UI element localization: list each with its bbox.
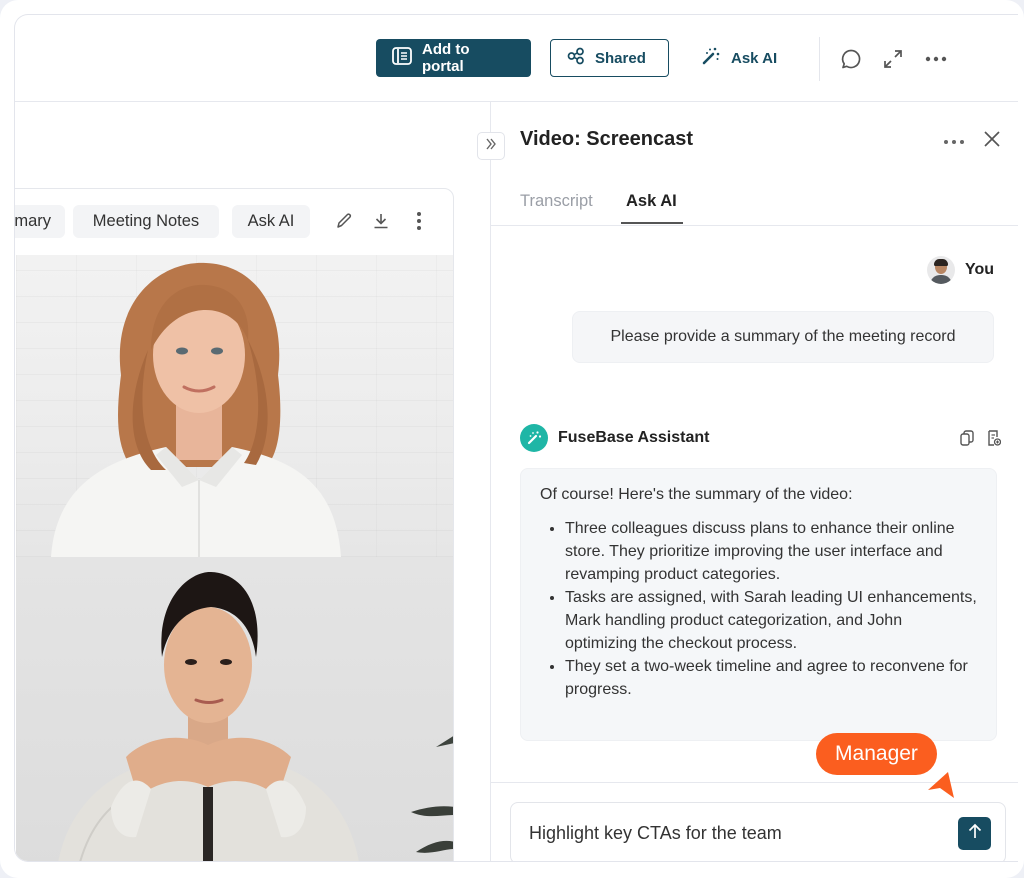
participant-1-illustration — [51, 262, 341, 557]
user-message: Please provide a summary of the meeting … — [572, 311, 994, 363]
tab-transcript[interactable]: Transcript — [520, 192, 593, 224]
add-to-note-icon[interactable] — [987, 430, 1002, 451]
collaborator-cursor-icon — [926, 770, 956, 805]
assistant-message-header: FuseBase Assistant — [520, 424, 709, 452]
assistant-logo-icon — [520, 424, 548, 452]
close-icon[interactable] — [983, 130, 1001, 153]
panel-title: Video: Screencast — [520, 128, 694, 150]
collaborator-cursor-label: Manager — [816, 733, 937, 775]
ask-ai-chip[interactable]: Ask AI — [232, 205, 310, 238]
assistant-intro: Of course! Here's the summary of the vid… — [540, 486, 853, 503]
shared-button[interactable]: Shared — [550, 39, 669, 77]
ask-ai-button[interactable]: Ask AI — [685, 39, 795, 77]
expand-icon[interactable] — [881, 47, 905, 71]
send-button[interactable] — [958, 817, 991, 850]
download-icon[interactable] — [369, 209, 393, 233]
summary-bullet: Three colleagues discuss plans to enhanc… — [565, 517, 977, 586]
add-to-portal-button[interactable]: Add to portal — [376, 39, 531, 77]
user-name: You — [964, 261, 994, 278]
more-vertical-icon[interactable] — [407, 209, 431, 233]
portal-icon — [392, 47, 412, 69]
video-action-bar: nmary Meeting Notes Ask AI — [15, 189, 453, 255]
meeting-notes-chip[interactable]: Meeting Notes — [73, 205, 219, 238]
toolbar-divider — [819, 37, 820, 81]
ask-ai-panel: Video: Screencast Transcript Ask AI You … — [477, 102, 1018, 861]
assistant-message: Of course! Here's the summary of the vid… — [520, 468, 997, 741]
video-pane: nmary Meeting Notes Ask AI — [15, 102, 490, 861]
magic-wand-icon — [701, 46, 721, 70]
participant-tile[interactable] — [16, 557, 453, 861]
summary-chip[interactable]: nmary — [15, 205, 65, 238]
panel-tabs: Transcript Ask AI — [491, 176, 1018, 226]
message-composer — [510, 802, 1006, 861]
summary-bullet: Tasks are assigned, with Sarah leading U… — [565, 586, 977, 655]
top-toolbar: Add to portal Shared Ask AI — [15, 15, 1018, 102]
chevron-double-right-icon — [484, 137, 498, 155]
pencil-icon[interactable] — [332, 209, 356, 233]
add-to-portal-label: Add to portal — [422, 41, 470, 75]
message-input[interactable] — [529, 803, 949, 861]
more-horizontal-icon[interactable] — [924, 47, 948, 71]
participant-2-illustration — [58, 571, 453, 861]
collapse-panel-button[interactable] — [477, 132, 505, 160]
share-icon — [567, 47, 585, 69]
summary-bullet: They set a two-week timeline and agree t… — [565, 655, 977, 701]
ask-ai-label: Ask AI — [731, 49, 778, 67]
participant-tile[interactable] — [16, 255, 453, 557]
panel-more-icon[interactable] — [943, 132, 965, 150]
summary-list: Three colleagues discuss plans to enhanc… — [540, 517, 977, 701]
video-grid[interactable] — [16, 255, 453, 861]
chat-bubble-icon[interactable] — [839, 47, 863, 71]
arrow-up-icon — [968, 823, 982, 844]
user-message-header: You — [926, 256, 994, 284]
tab-ask-ai[interactable]: Ask AI — [621, 192, 683, 224]
copy-icon[interactable] — [960, 430, 974, 451]
video-card: nmary Meeting Notes Ask AI — [15, 188, 454, 861]
assistant-name: FuseBase Assistant — [558, 429, 710, 446]
avatar — [926, 256, 955, 284]
shared-label: Shared — [595, 49, 646, 67]
